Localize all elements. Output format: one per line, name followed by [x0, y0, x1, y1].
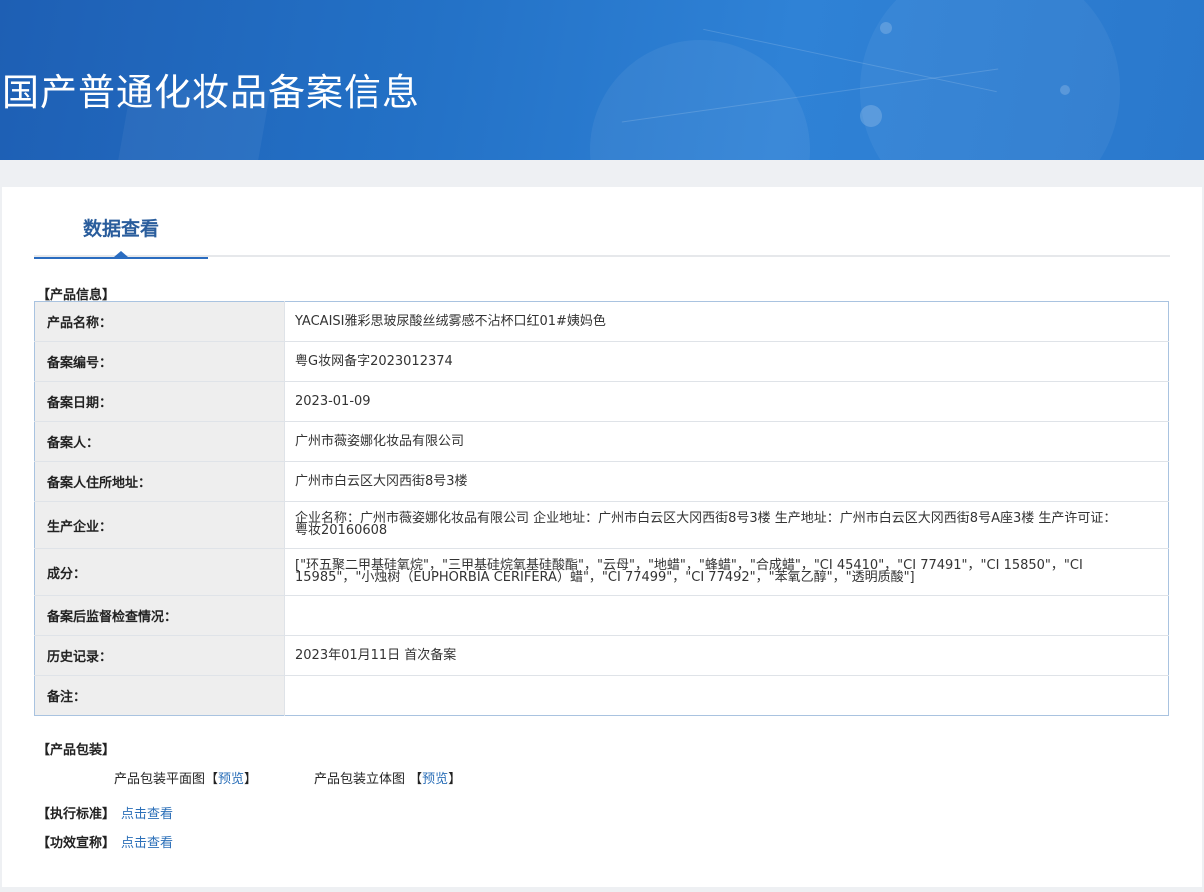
standard-view-link[interactable]: 点击查看 — [121, 807, 173, 822]
table-row: 备案后监督检查情况： — [34, 595, 1169, 636]
row-value: 广州市白云区大冈西街8号3楼 — [284, 461, 1169, 502]
table-row: 备案日期： 2023-01-09 — [34, 381, 1169, 422]
table-row: 备案人住所地址： 广州市白云区大冈西街8号3楼 — [34, 461, 1169, 502]
package-solid-label: 产品包装立体图 — [314, 772, 406, 787]
tab-active-indicator — [34, 257, 208, 259]
efficacy-row: 【功效宣称】 点击查看 — [37, 832, 173, 851]
tab-data-view[interactable]: 数据查看 — [34, 211, 208, 259]
header-banner: 国产普通化妆品备案信息 — [0, 0, 1204, 160]
package-solid-preview-link[interactable]: 预览 — [422, 772, 448, 787]
bracket-open: 【 — [409, 772, 423, 787]
row-key: 备案人住所地址： — [34, 461, 285, 502]
table-row: 成分： ["环五聚二甲基硅氧烷"，"三甲基硅烷氧基硅酸酯"，"云母"，"地蜡"，… — [34, 548, 1169, 596]
tab-bar: 数据查看 — [34, 211, 1170, 259]
page-title: 国产普通化妆品备案信息 — [2, 71, 420, 114]
bracket-open: 【 — [205, 772, 219, 787]
content-panel: 数据查看 【产品信息】 产品名称： YACAISI雅彩思玻尿酸丝绒雾感不沾杯口红… — [2, 187, 1202, 887]
table-row: 历史记录： 2023年01月11日 首次备案 — [34, 635, 1169, 676]
bracket-close: 】 — [244, 772, 258, 787]
row-key: 备案编号： — [34, 341, 285, 382]
bracket-close: 】 — [448, 772, 462, 787]
table-row: 生产企业： 企业名称：广州市薇姿娜化妆品有限公司 企业地址：广州市白云区大冈西街… — [34, 501, 1169, 549]
row-value: 粤G妆网备字2023012374 — [284, 341, 1169, 382]
row-key: 备案后监督检查情况： — [34, 595, 285, 636]
tab-label: 数据查看 — [82, 218, 159, 240]
efficacy-view-link[interactable]: 点击查看 — [121, 836, 173, 851]
row-key: 生产企业： — [34, 501, 285, 549]
row-key: 成分： — [34, 548, 285, 596]
row-value: ["环五聚二甲基硅氧烷"，"三甲基硅烷氧基硅酸酯"，"云母"，"地蜡"，"蜂蜡"… — [284, 548, 1169, 596]
table-row: 备案人： 广州市薇姿娜化妆品有限公司 — [34, 421, 1169, 462]
banner-decoration — [880, 22, 892, 34]
row-key: 备注： — [34, 675, 285, 716]
row-key: 历史记录： — [34, 635, 285, 676]
efficacy-label: 【功效宣称】 — [37, 836, 116, 851]
package-flat-item: 产品包装平面图【预览】 — [114, 768, 257, 787]
banner-decoration — [860, 0, 1120, 160]
row-key: 备案人： — [34, 421, 285, 462]
package-flat-label: 产品包装平面图 — [114, 772, 206, 787]
row-value — [285, 676, 1169, 716]
standard-label: 【执行标准】 — [37, 807, 116, 822]
row-value: 企业名称：广州市薇姿娜化妆品有限公司 企业地址：广州市白云区大冈西街8号3楼 生… — [284, 501, 1169, 549]
package-solid-item: 产品包装立体图 【预览】 — [314, 768, 461, 787]
caret-up-icon — [114, 251, 128, 257]
row-value: 2023-01-09 — [284, 381, 1169, 422]
table-row: 备注： — [34, 675, 1169, 716]
row-value: 2023年01月11日 首次备案 — [284, 635, 1169, 676]
package-flat-preview-link[interactable]: 预览 — [218, 772, 244, 787]
table-row: 备案编号： 粤G妆网备字2023012374 — [34, 341, 1169, 382]
row-value — [284, 595, 1169, 636]
table-row: 产品名称： YACAISI雅彩思玻尿酸丝绒雾感不沾杯口红01#姨妈色 — [34, 301, 1169, 342]
packaging-section-title: 【产品包装】 — [37, 743, 116, 758]
standard-row: 【执行标准】 点击查看 — [37, 803, 173, 822]
product-info-table: 产品名称： YACAISI雅彩思玻尿酸丝绒雾感不沾杯口红01#姨妈色 备案编号：… — [34, 301, 1169, 716]
banner-decoration — [1060, 85, 1070, 95]
banner-decoration — [860, 105, 882, 127]
row-value: 广州市薇姿娜化妆品有限公司 — [284, 421, 1169, 462]
row-value: YACAISI雅彩思玻尿酸丝绒雾感不沾杯口红01#姨妈色 — [284, 301, 1169, 342]
row-key: 备案日期： — [34, 381, 285, 422]
row-key: 产品名称： — [34, 301, 285, 342]
